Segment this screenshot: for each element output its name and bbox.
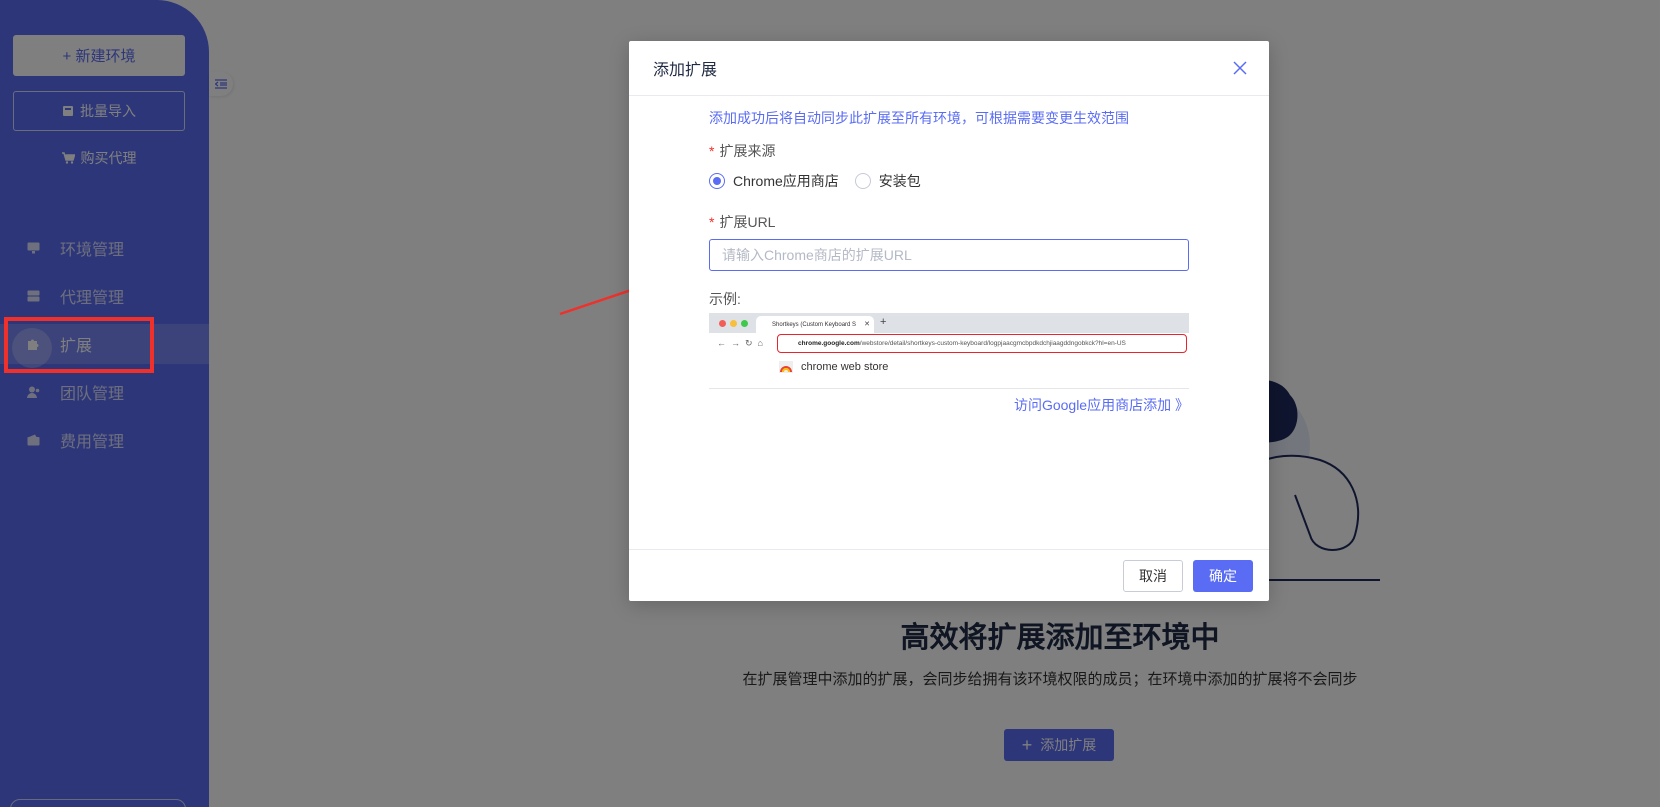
browser-nav-icons: ←→↻⌂ (717, 338, 768, 348)
dialog-header: 添加扩展 (629, 41, 1269, 96)
tab-close-icon: ✕ (864, 321, 870, 328)
source-radio-group: Chrome应用商店 安装包 (709, 171, 937, 191)
example-browser-screenshot: Shortkeys (Custom Keyboard S ✕ + ←→↻⌂ ch… (709, 313, 1189, 389)
browser-tab-title: Shortkeys (Custom Keyboard S (772, 321, 857, 328)
chrome-web-store-brand: chrome web store (779, 361, 888, 373)
new-tab-icon: + (880, 316, 887, 328)
source-option-package[interactable]: 安装包 (854, 171, 921, 191)
visit-google-store-link[interactable]: 访问Google应用商店添加 》 (1014, 395, 1189, 415)
source-label: * 扩展来源 (709, 143, 776, 159)
option-label: 安装包 (878, 173, 921, 189)
browser-tabbar: Shortkeys (Custom Keyboard S ✕ + (709, 313, 1189, 333)
option-label: Chrome应用商店 (733, 173, 839, 189)
add-extension-dialog: 添加扩展 添加成功后将自动同步此扩展至所有环境，可根据需要变更生效范围 * 扩展来… (629, 41, 1269, 601)
dialog-footer: 取消 确定 (629, 549, 1269, 601)
url-path: /webstore/detail/shortkeys-custom-keyboa… (859, 340, 1126, 347)
radio-unchecked-icon[interactable] (854, 173, 871, 189)
url-label: * 扩展URL (709, 214, 776, 230)
maximize-dot-icon (741, 320, 748, 327)
url-domain: chrome.google.com (798, 340, 860, 347)
close-icon[interactable] (1231, 59, 1249, 77)
close-dot-icon (719, 320, 726, 327)
extension-url-input[interactable] (709, 239, 1189, 271)
minimize-dot-icon (730, 320, 737, 327)
sync-tip: 添加成功后将自动同步此扩展至所有环境，可根据需要变更生效范围 (709, 110, 1129, 126)
browser-navbar: ←→↻⌂ chrome.google.com/webstore/detail/s… (709, 333, 1189, 355)
browser-address-bar: chrome.google.com/webstore/detail/shortk… (777, 334, 1187, 353)
source-option-chrome-store[interactable]: Chrome应用商店 (709, 171, 839, 191)
rainbow-icon (779, 361, 793, 373)
cancel-button[interactable]: 取消 (1123, 559, 1183, 592)
radio-checked-icon[interactable] (709, 173, 725, 189)
confirm-button[interactable]: 确定 (1193, 559, 1253, 592)
store-name: chrome web store (801, 361, 889, 373)
browser-tab: Shortkeys (Custom Keyboard S ✕ (756, 316, 874, 333)
annotation-highlight-box (4, 317, 154, 373)
dialog-title: 添加扩展 (653, 62, 718, 79)
example-label: 示例: (709, 291, 741, 307)
